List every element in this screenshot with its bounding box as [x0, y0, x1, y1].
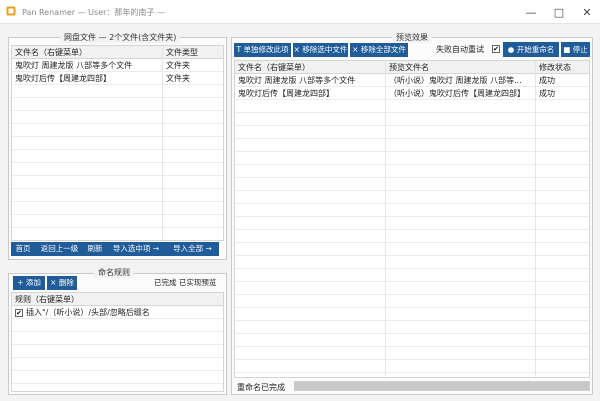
column-divider [535, 61, 536, 377]
progress-bar [294, 381, 590, 391]
preview-row-filename[interactable]: 鬼吹灯 周建龙版 八部等多个文件 [238, 74, 384, 87]
preview-table[interactable]: 文件名（右键菜单） 预览文件名 修改状态 鬼吹灯 周建龙版 八部等多个文件 （听… [234, 60, 590, 378]
column-header-rule[interactable]: 规则（右键菜单） [15, 293, 79, 306]
rename-status-text: 重命名已完成 [237, 383, 285, 392]
minimize-icon: — [525, 5, 537, 19]
remove-selected-button[interactable]: × 移除选中文件 [293, 43, 348, 57]
preview-row-status: 成功 [539, 76, 555, 85]
list-item-filetype: 文件夹 [166, 74, 190, 83]
auto-retry-checkbox[interactable]: ✔ [492, 45, 500, 53]
import-all-button[interactable]: 导入全部 → [166, 242, 219, 256]
user-prefix: User： [88, 8, 115, 17]
preview-row-newname: （听小说）鬼吹灯后传【周建龙四部】 [389, 89, 525, 98]
list-item-filename[interactable]: 鬼吹灯 周建龙版 八部等多个文件 [15, 59, 161, 72]
title-separator: — [75, 8, 89, 17]
title-separator: — [154, 8, 165, 17]
preview-row-status: 成功 [539, 89, 555, 98]
maximize-icon: □ [553, 5, 565, 19]
column-header-preview[interactable]: 预览文件名 [389, 61, 429, 74]
window-title: Pan Renamer — User：那年的南子 — [22, 7, 165, 18]
delete-rule-button[interactable]: × 删除 [47, 276, 77, 290]
rules-status: 已完成 已实现预览 [154, 278, 217, 287]
cloud-files-table[interactable]: 文件名（右键菜单） 文件类型 鬼吹灯 周建龙版 八部等多个文件 文件夹 鬼吹灯后… [11, 45, 224, 241]
go-up-button[interactable]: 返回上一级 [37, 242, 82, 256]
preview-row-filename[interactable]: 鬼吹灯后传【周建龙四部】 [238, 87, 384, 100]
preview-row-newname: （听小说）鬼吹灯 周建龙版 八部等... [389, 76, 522, 85]
preview-title: 预览效果 [392, 32, 432, 43]
list-item-filetype: 文件夹 [166, 61, 190, 70]
refresh-button[interactable]: 刷新 [84, 242, 106, 256]
app-icon [6, 6, 16, 16]
add-rule-button[interactable]: + 添加 [13, 276, 45, 290]
list-item-filename[interactable]: 鬼吹灯后传【周建龙四部】 [15, 72, 161, 85]
maximize-button[interactable]: □ [546, 0, 572, 24]
column-header-status[interactable]: 修改状态 [539, 61, 571, 74]
stop-button[interactable]: ■ 停止 [561, 42, 590, 57]
home-button[interactable]: 首页 [11, 242, 35, 256]
column-divider [385, 61, 386, 377]
import-selected-button[interactable]: 导入选中项 → [108, 242, 164, 256]
app-name: Pan Renamer [22, 8, 76, 17]
list-item-rule[interactable]: 插入"/（听小说）/头部/忽略后缀名 [26, 306, 150, 319]
close-button[interactable]: ✕ [574, 0, 600, 24]
rule-checkbox[interactable]: ✔ [15, 309, 23, 317]
remove-all-button[interactable]: × 移除全部文件 [350, 43, 408, 57]
auto-retry-label: 失败自动重试 [436, 45, 484, 54]
start-rename-button[interactable]: ● 开始重命名 [503, 42, 559, 57]
progress-fill [295, 382, 589, 390]
column-header-filename[interactable]: 文件名（右键菜单） [15, 46, 87, 59]
modify-item-button[interactable]: T 单独修改此项 [234, 43, 291, 57]
column-header-filename[interactable]: 文件名（右键菜单） [238, 61, 310, 74]
user-name: 那年的南子 [114, 8, 155, 17]
rules-table[interactable]: 规则（右键菜单） ✔ 插入"/（听小说）/头部/忽略后缀名 [11, 292, 224, 392]
cloud-files-title: 网盘文件 — 2个文件(含文件夹) [60, 32, 181, 43]
close-icon: ✕ [582, 5, 592, 19]
naming-rules-title: 命名规则 [94, 267, 134, 278]
column-header-filetype[interactable]: 文件类型 [166, 46, 198, 59]
minimize-button[interactable]: — [518, 0, 544, 24]
column-divider [162, 46, 163, 240]
